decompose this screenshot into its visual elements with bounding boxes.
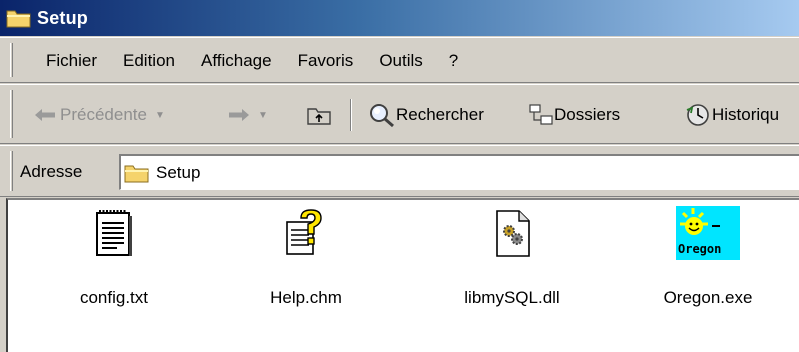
menu-favoris[interactable]: Favoris bbox=[285, 51, 367, 71]
address-input[interactable]: Setup bbox=[119, 154, 799, 190]
file-name: Oregon.exe bbox=[663, 288, 753, 307]
menu-grip[interactable] bbox=[10, 43, 13, 77]
history-clock-icon bbox=[686, 104, 709, 126]
title-bar[interactable]: Setup bbox=[0, 0, 799, 36]
search-button[interactable]: Rechercher bbox=[368, 102, 484, 128]
menu-outils[interactable]: Outils bbox=[366, 51, 435, 71]
folders-button[interactable]: Dossiers bbox=[528, 103, 620, 127]
file-name: config.txt bbox=[79, 288, 149, 307]
address-value: Setup bbox=[156, 162, 201, 182]
address-label: Adresse bbox=[20, 162, 83, 181]
menu-help[interactable]: ? bbox=[436, 51, 471, 71]
history-button[interactable]: Historiqu bbox=[684, 102, 779, 128]
text-file-icon bbox=[96, 210, 132, 256]
help-file-icon bbox=[286, 209, 322, 255]
menu-edition[interactable]: Edition bbox=[110, 51, 188, 71]
folder-up-icon[interactable] bbox=[306, 104, 332, 126]
search-icon bbox=[370, 104, 394, 128]
standard-toolbar: Précédente ▼ ▼ Rechercher Dossiers Histo… bbox=[0, 84, 799, 144]
forward-dropdown-icon[interactable]: ▼ bbox=[258, 110, 268, 121]
file-list-view[interactable]: config.txt Help.chm libmySQL.dll Oregon … bbox=[6, 198, 799, 352]
folders-tree-icon bbox=[529, 104, 553, 125]
address-bar: Adresse Setup bbox=[0, 145, 799, 197]
menu-affichage[interactable]: Affichage bbox=[188, 51, 285, 71]
history-label: Historiqu bbox=[712, 105, 780, 124]
forward-arrow-icon bbox=[229, 109, 249, 121]
menu-fichier[interactable]: Fichier bbox=[22, 51, 110, 71]
file-name: libmySQL.dll bbox=[464, 288, 560, 307]
menu-bar: Fichier Edition Affichage Favoris Outils… bbox=[0, 37, 799, 83]
address-grip[interactable] bbox=[10, 151, 13, 191]
oregon-icon-text: Oregon bbox=[678, 242, 721, 256]
toolbar-grip[interactable] bbox=[10, 90, 13, 138]
search-label: Rechercher bbox=[396, 105, 484, 124]
folder-icon bbox=[6, 10, 31, 28]
back-button[interactable]: Précédente ▼ bbox=[34, 105, 165, 125]
folders-label: Dossiers bbox=[554, 105, 621, 124]
oregon-app-icon: Oregon bbox=[676, 206, 740, 260]
window-title: Setup bbox=[37, 7, 89, 28]
toolbar-separator bbox=[350, 99, 352, 131]
forward-button[interactable]: ▼ bbox=[228, 108, 268, 122]
back-label: Précédente bbox=[60, 105, 147, 124]
dll-file-icon bbox=[496, 210, 530, 257]
folder-icon bbox=[124, 165, 149, 182]
back-dropdown-icon[interactable]: ▼ bbox=[155, 110, 165, 121]
file-name: Help.chm bbox=[270, 288, 342, 307]
back-arrow-icon bbox=[35, 109, 55, 121]
